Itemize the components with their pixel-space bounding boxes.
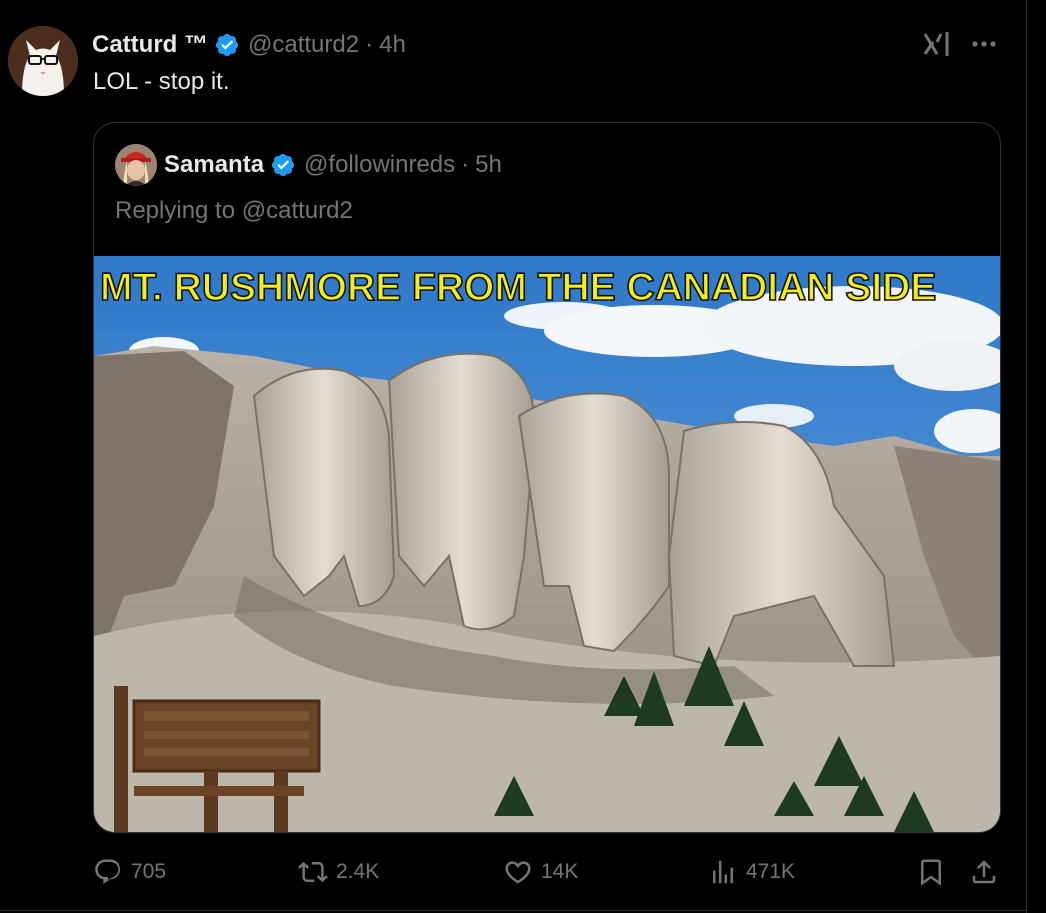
like-icon	[505, 861, 531, 884]
quoted-author-avatar[interactable]	[115, 144, 157, 186]
share-icon	[972, 860, 996, 884]
views-icon	[713, 860, 733, 884]
quoted-tweet[interactable]: Samanta @followinreds · 5h Replying to @…	[93, 122, 1001, 833]
quoted-timestamp[interactable]: 5h	[475, 151, 502, 179]
like-count: 14K	[541, 860, 579, 883]
reply-icon	[95, 859, 121, 884]
author-handle[interactable]: @catturd2	[248, 31, 359, 59]
like-button[interactable]: 14K	[503, 852, 578, 892]
reply-count: 705	[131, 860, 167, 883]
bottom-divider	[0, 910, 1027, 911]
reply-button[interactable]: 705	[93, 852, 166, 892]
meme-caption: MT. RUSHMORE FROM THE CANADIAN SIDE	[99, 265, 937, 310]
bookmark-icon	[921, 859, 941, 886]
grok-icon[interactable]	[921, 28, 953, 60]
separator-dot: ·	[365, 31, 374, 58]
verified-badge-icon	[271, 153, 295, 177]
repost-count: 2.4K	[336, 860, 380, 883]
meme-image[interactable]: MT. RUSHMORE FROM THE CANADIAN SIDE	[94, 256, 1000, 832]
repost-button[interactable]: 2.4K	[298, 852, 379, 892]
bookmark-button[interactable]	[916, 852, 954, 892]
right-divider	[1026, 0, 1027, 913]
views-count: 471K	[746, 860, 796, 883]
tweet-text: LOL - stop it.	[93, 68, 230, 95]
replying-to: Replying to @catturd2	[115, 197, 353, 225]
share-button[interactable]	[969, 852, 1007, 892]
verified-badge-icon	[215, 33, 239, 57]
author-name[interactable]: Catturd ™	[92, 31, 208, 59]
replying-prefix: Replying to	[115, 197, 236, 224]
repost-icon	[298, 861, 328, 883]
replying-handle[interactable]: @catturd2	[242, 197, 353, 224]
quoted-author-handle[interactable]: @followinreds	[304, 151, 455, 179]
separator-dot: ·	[461, 151, 470, 178]
more-icon[interactable]	[968, 28, 1000, 60]
author-avatar[interactable]	[8, 26, 78, 96]
tweet-timestamp[interactable]: 4h	[379, 31, 406, 59]
action-bar: 705 2.4K 14K 471K	[93, 852, 1013, 892]
views-button[interactable]: 471K	[708, 852, 795, 892]
tweet-header: Catturd ™ @catturd2 · 4h	[92, 30, 406, 60]
quoted-author-name[interactable]: Samanta	[164, 151, 264, 179]
quoted-header: Samanta @followinreds · 5h	[164, 150, 502, 180]
